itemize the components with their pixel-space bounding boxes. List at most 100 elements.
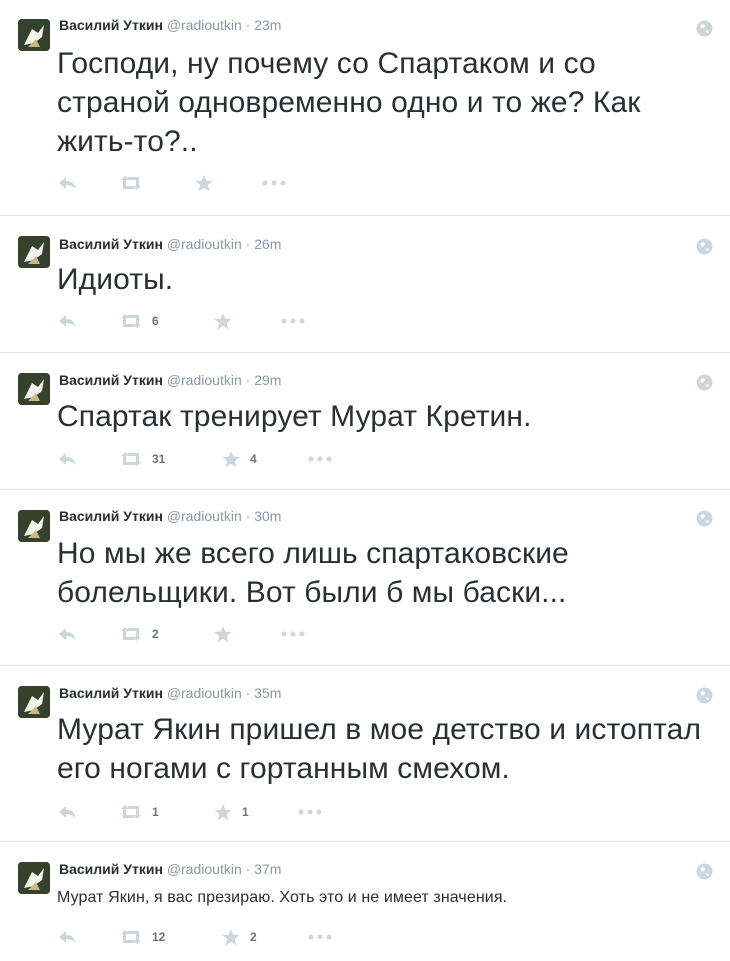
globe-icon xyxy=(696,687,713,704)
reply-button[interactable] xyxy=(58,311,78,331)
globe-icon xyxy=(696,374,713,391)
author-handle[interactable]: @radioutkin xyxy=(167,17,242,33)
more-icon xyxy=(308,456,332,462)
more-button[interactable] xyxy=(262,173,286,193)
retweet-icon xyxy=(121,930,141,944)
more-icon xyxy=(308,934,332,940)
retweet-count: 6 xyxy=(152,314,159,328)
tweet[interactable]: Василий Уткин @radioutkin · 29m Спартак … xyxy=(0,353,730,489)
favorite-button[interactable] xyxy=(214,311,242,331)
retweet-button[interactable]: 12 xyxy=(120,927,165,947)
separator: · xyxy=(245,861,251,877)
favorite-button[interactable]: 1 xyxy=(214,802,249,822)
retweet-button[interactable]: 31 xyxy=(120,449,165,469)
reply-icon xyxy=(59,177,76,189)
tweet[interactable]: Василий Уткин @radioutkin · 26m Идиоты. … xyxy=(0,216,730,352)
separator: · xyxy=(245,17,251,33)
tweet-header: Василий Уткин @radioutkin · 26m xyxy=(59,236,281,252)
tweet[interactable]: Василий Уткин @radioutkin · 23m Господи,… xyxy=(0,0,730,215)
retweet-icon xyxy=(121,627,141,641)
favorite-icon xyxy=(214,312,232,329)
avatar[interactable] xyxy=(18,236,50,268)
avatar[interactable] xyxy=(18,510,50,542)
author-handle[interactable]: @radioutkin xyxy=(167,236,242,252)
retweet-icon xyxy=(121,805,141,819)
more-button[interactable] xyxy=(281,624,305,644)
author-name[interactable]: Василий Уткин xyxy=(59,685,163,701)
favorite-count: 4 xyxy=(250,452,257,466)
retweet-button[interactable]: 6 xyxy=(120,311,159,331)
tweet-text: Господи, ну почему со Спартаком и со стр… xyxy=(57,47,641,158)
timestamp[interactable]: 35m xyxy=(254,685,281,701)
favorite-icon xyxy=(222,450,240,467)
tweet-text: Мурат Якин пришел в мое детство и истопт… xyxy=(57,713,702,785)
author-name[interactable]: Василий Уткин xyxy=(59,372,163,388)
favorite-icon xyxy=(214,625,232,642)
globe-icon xyxy=(696,510,713,527)
more-icon xyxy=(281,631,305,637)
reply-button[interactable] xyxy=(58,624,78,644)
author-handle[interactable]: @radioutkin xyxy=(167,372,242,388)
retweet-count: 12 xyxy=(152,930,166,944)
author-handle[interactable]: @radioutkin xyxy=(167,508,242,524)
tweet-text: Спартак тренирует Мурат Кретин. xyxy=(57,400,532,433)
timestamp[interactable]: 23m xyxy=(254,17,281,33)
favorite-icon xyxy=(195,174,213,191)
tweet[interactable]: Василий Уткин @radioutkin · 37m Мурат Як… xyxy=(0,842,730,961)
favorite-button[interactable] xyxy=(214,624,242,644)
timestamp[interactable]: 26m xyxy=(254,236,281,252)
separator: · xyxy=(245,508,251,524)
retweet-button[interactable] xyxy=(120,173,152,193)
more-icon xyxy=(262,180,286,186)
author-name[interactable]: Василий Уткин xyxy=(59,236,163,252)
reply-button[interactable] xyxy=(58,802,78,822)
avatar[interactable] xyxy=(18,862,50,894)
reply-button[interactable] xyxy=(58,449,78,469)
tweet[interactable]: Василий Уткин @radioutkin · 30m Но мы же… xyxy=(0,490,730,665)
tweet-text: Мурат Якин, я вас презираю. Хоть это и н… xyxy=(57,889,508,906)
timestamp[interactable]: 29m xyxy=(254,372,281,388)
retweet-icon xyxy=(121,314,141,328)
avatar[interactable] xyxy=(18,373,50,405)
tweet-header: Василий Уткин @radioutkin · 30m xyxy=(59,508,281,524)
globe-icon xyxy=(696,238,713,255)
favorite-count: 1 xyxy=(242,805,249,819)
globe-icon xyxy=(696,20,713,37)
reply-icon xyxy=(59,806,76,818)
reply-button[interactable] xyxy=(58,173,78,193)
more-button[interactable] xyxy=(308,449,332,469)
favorite-button[interactable]: 2 xyxy=(222,927,257,947)
author-handle[interactable]: @radioutkin xyxy=(167,861,242,877)
retweet-icon xyxy=(121,176,141,190)
favorite-button[interactable] xyxy=(195,173,223,193)
tweet-header: Василий Уткин @radioutkin · 23m xyxy=(59,17,281,33)
author-handle[interactable]: @radioutkin xyxy=(167,685,242,701)
reply-button[interactable] xyxy=(58,927,78,947)
author-name[interactable]: Василий Уткин xyxy=(59,508,163,524)
more-button[interactable] xyxy=(298,802,322,822)
timestamp[interactable]: 30m xyxy=(254,508,281,524)
more-button[interactable] xyxy=(281,311,305,331)
author-name[interactable]: Василий Уткин xyxy=(59,861,163,877)
retweet-count: 31 xyxy=(152,452,166,466)
retweet-count: 1 xyxy=(152,805,159,819)
reply-icon xyxy=(59,931,76,943)
retweet-icon xyxy=(121,452,141,466)
reply-icon xyxy=(59,453,76,465)
tweet-text: Но мы же всего лишь спартаковские болель… xyxy=(57,537,569,609)
tweet-header: Василий Уткин @radioutkin · 37m xyxy=(59,861,281,877)
avatar[interactable] xyxy=(18,19,50,51)
tweet-text: Идиоты. xyxy=(57,263,174,296)
retweet-button[interactable]: 2 xyxy=(120,624,159,644)
author-name[interactable]: Василий Уткин xyxy=(59,17,163,33)
favorite-button[interactable]: 4 xyxy=(222,449,257,469)
tweet[interactable]: Василий Уткин @radioutkin · 35m Мурат Як… xyxy=(0,666,730,841)
retweet-button[interactable]: 1 xyxy=(120,802,159,822)
reply-icon xyxy=(59,628,76,640)
timestamp[interactable]: 37m xyxy=(254,861,281,877)
more-icon xyxy=(298,809,322,815)
favorite-count: 2 xyxy=(250,930,257,944)
favorite-icon xyxy=(222,928,240,945)
more-button[interactable] xyxy=(308,927,332,947)
avatar[interactable] xyxy=(18,686,50,718)
